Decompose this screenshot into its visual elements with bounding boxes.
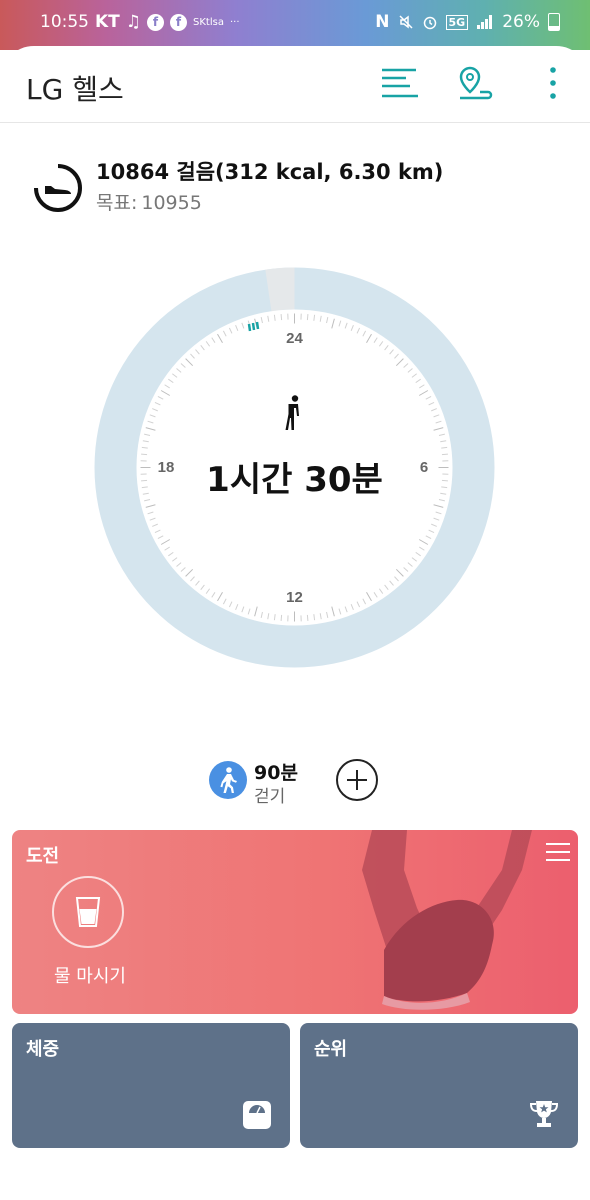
dial-tick xyxy=(306,614,309,621)
water-glass-icon xyxy=(75,897,101,927)
alarm-icon xyxy=(423,16,436,30)
music-icon: ♫ xyxy=(125,12,142,32)
trophy-icon xyxy=(529,1101,559,1127)
network-type: 5G xyxy=(445,14,469,30)
nfc-icon: N xyxy=(375,12,390,32)
rank-title: 순위 xyxy=(314,1039,348,1060)
signal-icon xyxy=(477,15,493,29)
weight-title: 체중 xyxy=(26,1039,60,1060)
more-vert-icon[interactable] xyxy=(546,64,560,104)
plus-icon xyxy=(347,770,367,790)
steps-count: 10864 걸음(312 kcal, 6.30 km) xyxy=(96,160,444,184)
battery-percent: 26% xyxy=(502,12,540,32)
facebook-icon-2: f xyxy=(170,13,188,31)
dial-label-top: 24 xyxy=(286,330,303,347)
activity-name: 걷기 xyxy=(254,787,286,807)
list-icon[interactable] xyxy=(380,64,420,104)
scale-icon xyxy=(243,1101,271,1129)
water-challenge-button[interactable] xyxy=(52,876,124,948)
activity-minutes: 90분 xyxy=(254,762,298,784)
carrier-label: KT xyxy=(95,12,120,32)
app-bar: LG 헬스 xyxy=(0,46,590,123)
dial-tick xyxy=(280,314,283,321)
dial-tick xyxy=(280,614,283,621)
walking-person-icon xyxy=(220,767,237,793)
challenge-card[interactable]: 도전 물 마시기 xyxy=(12,830,578,1014)
activity-walking-icon[interactable] xyxy=(209,761,247,799)
rank-card[interactable]: 순위 xyxy=(300,1023,578,1148)
goal-value: 10955 xyxy=(141,192,202,214)
sk-label: SKtlsa xyxy=(193,16,224,28)
battery-icon xyxy=(548,13,560,31)
app-title: LG 헬스 xyxy=(26,73,124,106)
more-notifications-icon: ··· xyxy=(229,16,240,28)
dial-label-bottom: 12 xyxy=(286,589,303,606)
steps-goal: 목표: 10955 xyxy=(96,188,202,215)
mute-icon xyxy=(398,15,413,29)
menu-icon[interactable] xyxy=(546,842,570,862)
water-challenge-label: 물 마시기 xyxy=(54,966,126,987)
dial-tick xyxy=(306,314,309,321)
add-activity-button[interactable] xyxy=(336,759,378,801)
total-duration: 1시간 30분 xyxy=(206,460,383,500)
location-pin-icon[interactable] xyxy=(456,64,496,104)
status-bar: 10:55 KT ♫ f f SKtlsa ··· N 5G 26% xyxy=(0,0,590,50)
shoe-gauge-icon xyxy=(33,163,82,212)
goal-label: 목표: xyxy=(96,192,138,214)
facebook-icon: f xyxy=(147,13,165,31)
challenge-title: 도전 xyxy=(26,846,60,867)
weight-card[interactable]: 체중 xyxy=(12,1023,290,1148)
status-time: 10:55 xyxy=(40,12,89,32)
steps-summary[interactable]: 10864 걸음(312 kcal, 6.30 km) 목표: 10955 xyxy=(32,150,572,220)
